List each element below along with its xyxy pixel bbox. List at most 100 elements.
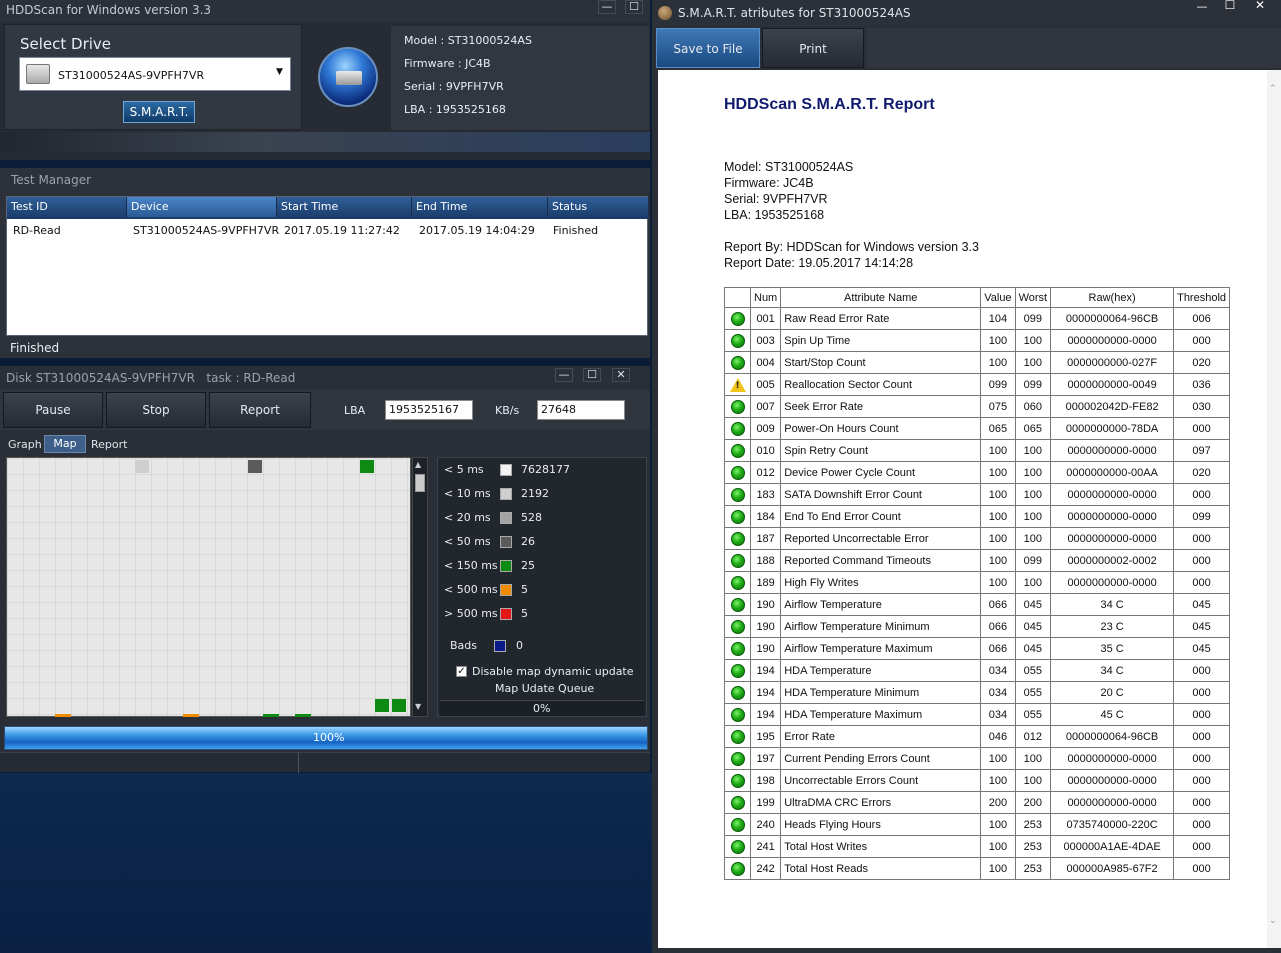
cell-num: 005	[749, 373, 782, 396]
cell-value: 066	[980, 637, 1016, 660]
cell-value: 100	[980, 813, 1016, 836]
cell-attribute-name: Airflow Temperature Minimum	[780, 615, 982, 638]
table-row[interactable]: RD-Read ST31000524AS-9VPFH7VR 2017.05.19…	[7, 221, 647, 239]
col-raw: Raw(hex)	[1050, 287, 1175, 308]
scroll-up-icon[interactable]: ▲	[415, 460, 421, 469]
cell-attribute-name: Seek Error Rate	[780, 395, 982, 418]
cell-threshold: 020	[1173, 351, 1231, 374]
scroll-down-icon[interactable]: ▼	[415, 702, 421, 711]
cell-value: 200	[980, 791, 1016, 814]
cell-raw: 0000000000-0000	[1050, 791, 1175, 814]
print-button[interactable]: Print	[762, 28, 864, 68]
col-test-id[interactable]: Test ID	[7, 197, 127, 217]
status-ok-icon	[730, 795, 745, 810]
smart-close-icon[interactable]: ✕	[1248, 0, 1272, 12]
cell-attribute-name: Error Rate	[780, 725, 982, 748]
cell-threshold: 045	[1173, 593, 1231, 616]
cell-attribute-name: Raw Read Error Rate	[780, 307, 982, 330]
cell-worst: 100	[1014, 505, 1052, 528]
tab-graph[interactable]: Graph	[8, 438, 42, 451]
task-window-title: Disk ST31000524AS-9VPFH7VR task : RD-Rea…	[6, 371, 296, 385]
cell-num: 194	[749, 659, 782, 682]
report-button[interactable]: Report	[209, 392, 311, 428]
test-manager-panel: Test Manager Test ID Device Start Time E…	[0, 168, 650, 358]
cell-value: 100	[980, 329, 1016, 352]
cell-raw: 34 C	[1050, 593, 1175, 616]
cell-value: 100	[980, 857, 1016, 880]
drive-select[interactable]: ST31000524AS-9VPFH7VR ▼	[19, 57, 291, 91]
cell-worst: 099	[1014, 307, 1052, 330]
tab-report[interactable]: Report	[91, 438, 127, 451]
table-row: 190 Airflow Temperature Maximum 066 045 35 C…	[724, 637, 1231, 660]
table-row: 190 Airflow Temperature Minimum 066 045 23 C…	[724, 615, 1231, 638]
legend-label: < 20 ms	[444, 511, 491, 524]
cell-worst: 100	[1014, 571, 1052, 594]
legend-swatch	[500, 464, 512, 476]
cell-worst: 055	[1014, 659, 1052, 682]
scroll-down-icon[interactable]: ⌄	[1269, 916, 1277, 926]
cell-attribute-name: HDA Temperature Minimum	[780, 681, 982, 704]
pause-button[interactable]: Pause	[3, 392, 103, 428]
report-by: Report By: HDDScan for Windows version 3…	[724, 240, 979, 254]
cell-num: 184	[749, 505, 782, 528]
cell-raw: 0000000000-0000	[1050, 439, 1175, 462]
drive-orb-icon[interactable]	[318, 47, 378, 107]
cell-threshold: 000	[1173, 527, 1231, 550]
cell-threshold: 036	[1173, 373, 1231, 396]
cell-raw: 0000000064-96CB	[1050, 725, 1175, 748]
table-row: 010 Spin Retry Count 100 100 0000000000-0000…	[724, 439, 1231, 462]
minimize-icon[interactable]: —	[598, 0, 616, 14]
cell-threshold: 097	[1173, 439, 1231, 462]
cell-attribute-name: Reported Uncorrectable Error	[780, 527, 982, 550]
smart-minimize-icon[interactable]: —	[1190, 0, 1214, 14]
cell-attribute-name: Uncorrectable Errors Count	[780, 769, 982, 792]
map-block-150ms	[360, 460, 374, 473]
legend-label: < 500 ms	[444, 583, 498, 596]
cell-threshold: 000	[1173, 659, 1231, 682]
cell-value: 100	[980, 351, 1016, 374]
cell-attribute-name: Airflow Temperature	[780, 593, 982, 616]
tab-map[interactable]: Map	[44, 435, 86, 453]
report-title: HDDScan S.M.A.R.T. Report	[724, 96, 935, 113]
lba-field[interactable]: 1953525167	[385, 400, 473, 420]
scroll-up-icon[interactable]: ⌃	[1269, 84, 1277, 94]
cell-worst: 012	[1014, 725, 1052, 748]
cell-attribute-name: Start/Stop Count	[780, 351, 982, 374]
cell-value: 034	[980, 703, 1016, 726]
smart-table-header: Num Attribute Name Value Worst Raw(hex) …	[724, 287, 1231, 308]
legend-row: < 10 ms 2192	[444, 486, 644, 502]
scroll-thumb[interactable]	[415, 474, 425, 492]
map-block-150ms	[375, 699, 389, 712]
task-maximize-icon[interactable]: ☐	[583, 368, 601, 382]
task-minimize-icon[interactable]: —	[555, 368, 573, 382]
block-map[interactable]	[6, 457, 411, 717]
save-to-file-button[interactable]: Save to File	[656, 28, 760, 68]
cell-worst: 045	[1014, 593, 1052, 616]
cell-worst: 100	[1014, 329, 1052, 352]
cell-threshold: 000	[1173, 549, 1231, 572]
maximize-icon[interactable]: ☐	[625, 0, 643, 14]
col-status[interactable]: Status	[548, 197, 649, 217]
cell-value: 100	[980, 439, 1016, 462]
main-window: HDDScan for Windows version 3.3 — ☐ Sele…	[0, 0, 650, 160]
cell-worst: 065	[1014, 417, 1052, 440]
cell-raw: 000002042D-FE82	[1050, 395, 1175, 418]
smart-maximize-icon[interactable]: ☐	[1218, 0, 1242, 12]
map-scrollbar[interactable]: ▲ ▼	[412, 457, 428, 717]
kbs-field[interactable]: 27648	[537, 400, 625, 420]
stop-button[interactable]: Stop	[106, 392, 206, 428]
report-scrollbar[interactable]: ⌃ ⌄	[1267, 70, 1281, 948]
col-start-time[interactable]: Start Time	[277, 197, 412, 217]
test-manager-title: Test Manager	[11, 173, 92, 187]
cell-value: 100	[980, 835, 1016, 858]
disable-map-checkbox[interactable]: ✓	[456, 666, 467, 677]
col-end-time[interactable]: End Time	[412, 197, 548, 217]
cell-num: 010	[749, 439, 782, 462]
col-device[interactable]: Device	[127, 197, 277, 217]
cell-threshold: 000	[1173, 791, 1231, 814]
smart-button[interactable]: S.M.A.R.T.	[123, 101, 195, 123]
cell-worst: 200	[1014, 791, 1052, 814]
test-manager-status: Finished	[10, 341, 60, 355]
table-row: 183 SATA Downshift Error Count 100 100 00000…	[724, 483, 1231, 506]
task-close-icon[interactable]: ✕	[612, 368, 630, 382]
